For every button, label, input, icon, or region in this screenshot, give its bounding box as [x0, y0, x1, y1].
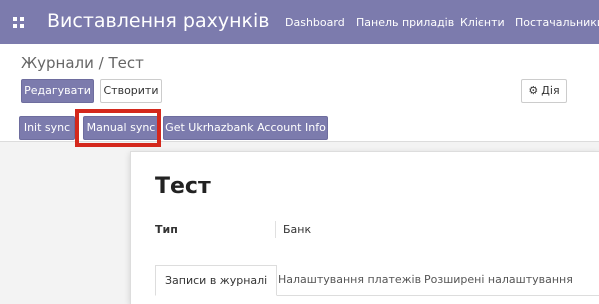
- form-sheet: Тест Тип Банк Записи в журналі Налаштува…: [130, 151, 599, 304]
- record-title: Тест: [155, 174, 211, 199]
- create-button[interactable]: Створити: [100, 79, 162, 103]
- nav-vendors[interactable]: Постачальники: [515, 16, 599, 29]
- tab-journal-entries[interactable]: Записи в журналі: [155, 265, 278, 296]
- tab-payment-settings[interactable]: Налаштування платежів: [278, 265, 421, 296]
- apps-menu-icon[interactable]: [13, 17, 24, 28]
- gear-icon: ⚙: [528, 84, 539, 97]
- highlight-box: [75, 109, 161, 147]
- type-field-value[interactable]: Банк: [283, 223, 311, 236]
- nav-customers[interactable]: Клієнти: [460, 16, 505, 29]
- field-separator: [275, 221, 276, 238]
- type-field-label: Тип: [155, 223, 178, 236]
- app-title: Виставлення рахунків: [47, 10, 270, 32]
- nav-dashboard[interactable]: Dashboard: [285, 16, 345, 29]
- top-navbar: Виставлення рахунків Dashboard Панель пр…: [0, 0, 599, 44]
- ukrhazbank-info-button[interactable]: Get Ukrhazbank Account Info: [163, 116, 328, 140]
- init-sync-button[interactable]: Init sync: [19, 116, 75, 140]
- tab-advanced-settings[interactable]: Розширені налаштування: [424, 265, 573, 296]
- edit-button[interactable]: Редагувати: [21, 79, 94, 103]
- action-dropdown-button[interactable]: ⚙ Дія: [521, 79, 567, 103]
- nav-panel[interactable]: Панель приладів: [356, 16, 454, 29]
- action-label: Дія: [541, 84, 560, 97]
- breadcrumb[interactable]: Журнали / Тест: [21, 54, 144, 72]
